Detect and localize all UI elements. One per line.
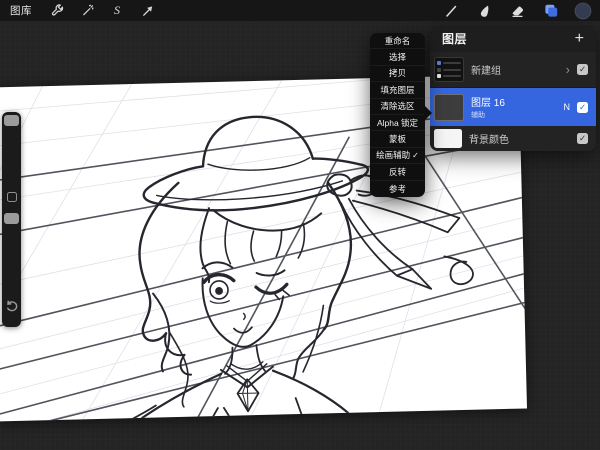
menu-label: 选择: [389, 51, 406, 63]
color-swatch[interactable]: [572, 2, 594, 20]
brush-icon[interactable]: [440, 2, 462, 20]
selection-s-icon[interactable]: S: [106, 2, 128, 20]
menu-label: 参考: [389, 183, 406, 195]
menu-item-reference[interactable]: 参考: [370, 181, 425, 197]
check-icon: ✓: [412, 151, 419, 160]
menu-label: 蒙板: [389, 133, 406, 145]
procreate-app: 图库 S: [0, 0, 600, 450]
menu-item-copy[interactable]: 拷贝: [370, 66, 425, 82]
menu-label: 填充图层: [380, 84, 414, 96]
layer-row-background[interactable]: 背景颜色 ✓: [430, 126, 596, 151]
layers-panel: 图层 + 新建组 › ✓ 图层 16 辅助 N: [430, 25, 596, 151]
gallery-button[interactable]: 图库: [10, 3, 32, 18]
menu-label: 清除选区: [380, 100, 414, 112]
adjustments-wand-icon[interactable]: [76, 2, 98, 20]
layer-name: 新建组: [471, 62, 501, 77]
layers-icon[interactable]: [539, 2, 561, 20]
layer-thumbnail: [434, 94, 464, 121]
add-layer-button[interactable]: +: [575, 31, 584, 47]
layer-subtitle: 辅助: [471, 110, 505, 120]
menu-item-drawing-assist[interactable]: 绘画辅助 ✓: [370, 148, 425, 164]
menu-item-clear-selection[interactable]: 清除选区: [370, 99, 425, 115]
menu-item-invert[interactable]: 反转: [370, 164, 425, 180]
menu-callout-arrow: [424, 105, 432, 121]
opacity-slider[interactable]: [4, 213, 19, 224]
transform-arrow-icon[interactable]: [136, 2, 158, 20]
brush-sidebar: [2, 112, 21, 327]
modify-button[interactable]: [7, 192, 17, 202]
menu-label: 重命名: [385, 35, 411, 47]
menu-label: 拷贝: [389, 67, 406, 79]
menu-item-fill-layer[interactable]: 填充图层: [370, 82, 425, 98]
menu-label: 反转: [389, 166, 406, 178]
layers-header: 图层 +: [430, 25, 596, 52]
smudge-icon[interactable]: [473, 2, 495, 20]
layer-name: 图层 16: [471, 94, 505, 109]
wrench-icon[interactable]: [46, 2, 68, 20]
menu-item-select[interactable]: 选择: [370, 49, 425, 65]
visibility-checkbox[interactable]: ✓: [577, 133, 588, 144]
chevron-right-icon[interactable]: ›: [566, 64, 570, 76]
menu-item-rename[interactable]: 重命名: [370, 33, 425, 49]
group-thumbnail: [434, 57, 464, 82]
visibility-checkbox[interactable]: ✓: [577, 64, 588, 75]
brush-size-slider[interactable]: [4, 115, 19, 126]
top-toolbar: 图库 S: [0, 0, 600, 21]
eraser-icon[interactable]: [506, 2, 528, 20]
background-thumbnail: [434, 129, 462, 148]
menu-label: Alpha 锁定: [377, 117, 418, 129]
layer-name: 背景颜色: [469, 131, 509, 146]
menu-label: 绘画辅助: [376, 149, 410, 161]
blend-mode-badge[interactable]: N: [564, 102, 571, 112]
layer-row-group[interactable]: 新建组 › ✓: [430, 52, 596, 88]
layers-title: 图层: [442, 30, 467, 47]
layer-row-selected[interactable]: 图层 16 辅助 N ✓: [430, 88, 596, 126]
undo-icon[interactable]: [4, 299, 19, 314]
visibility-checkbox[interactable]: ✓: [577, 102, 588, 113]
layer-context-menu: 重命名 选择 拷贝 填充图层 清除选区 Alpha 锁定 蒙板 绘画辅助 ✓ 反…: [370, 33, 425, 197]
menu-item-mask[interactable]: 蒙板: [370, 131, 425, 147]
menu-item-alpha-lock[interactable]: Alpha 锁定: [370, 115, 425, 131]
